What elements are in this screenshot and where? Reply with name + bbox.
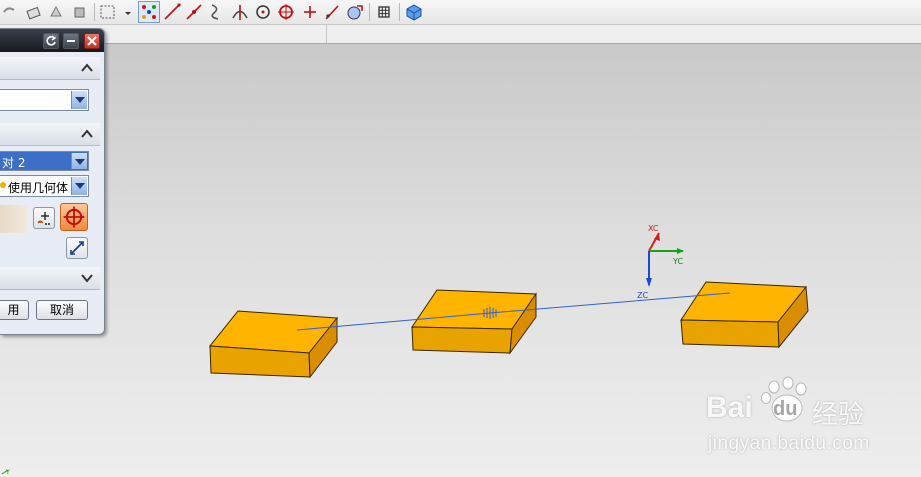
toolbar-separator bbox=[326, 25, 327, 43]
expand-down-icon[interactable] bbox=[80, 271, 94, 285]
watermark-url: jingyan.baidu.com bbox=[708, 433, 870, 454]
watermark-brand: Bai bbox=[706, 391, 753, 424]
method-combo[interactable]: 使用几何体 bbox=[0, 175, 89, 197]
dialog-panel: 对 2 使用几何体 用 取消 bbox=[0, 28, 105, 335]
curve-icon[interactable] bbox=[206, 2, 226, 22]
corner-triad-label: Y bbox=[5, 469, 10, 476]
watermark-brand-du: du bbox=[773, 398, 798, 420]
chevron-down-icon[interactable] bbox=[71, 153, 87, 169]
grid-icon[interactable] bbox=[374, 2, 394, 22]
circle-center-icon[interactable] bbox=[253, 2, 273, 22]
apply-button[interactable]: 用 bbox=[0, 300, 29, 320]
reverse-direction-icon bbox=[70, 241, 84, 255]
intersect-icon[interactable] bbox=[230, 2, 250, 22]
crosshair-icon bbox=[63, 206, 85, 228]
dropdown-icon[interactable] bbox=[118, 2, 131, 22]
cube-icon[interactable] bbox=[404, 2, 424, 22]
close-icon[interactable] bbox=[84, 33, 100, 49]
main-toolbar bbox=[0, 0, 921, 25]
collapse-up-icon[interactable] bbox=[80, 61, 94, 75]
toolbar-separator bbox=[369, 3, 370, 21]
tweak-icon[interactable] bbox=[70, 2, 90, 22]
move-icon[interactable] bbox=[46, 2, 66, 22]
tangent-icon[interactable] bbox=[322, 2, 342, 22]
geometry-dot-icon bbox=[0, 182, 6, 188]
corner-triad-icon: Y bbox=[1, 469, 10, 476]
view-icon[interactable] bbox=[345, 2, 365, 22]
block-2[interactable] bbox=[411, 289, 537, 355]
cross-icon[interactable] bbox=[300, 2, 320, 22]
toolbar-separator bbox=[94, 3, 95, 21]
secondary-toolbar bbox=[0, 25, 921, 44]
cancel-button[interactable]: 取消 bbox=[36, 300, 88, 320]
chevron-down-icon[interactable] bbox=[71, 177, 87, 195]
method-combo-value: 使用几何体 bbox=[8, 181, 69, 195]
reset-icon[interactable] bbox=[43, 33, 59, 49]
snap-points-icon[interactable] bbox=[139, 2, 159, 22]
add-point-button[interactable] bbox=[33, 207, 55, 229]
watermark-product: 经验 bbox=[812, 400, 865, 430]
chevron-down-icon[interactable] bbox=[71, 91, 87, 109]
point-line-icon[interactable] bbox=[184, 2, 204, 22]
add-point-icon bbox=[37, 212, 50, 225]
block-1[interactable] bbox=[209, 310, 338, 379]
graphics-viewport[interactable]: XC YC ZC Y Bai du 经验 jingyan.baidu.com bbox=[0, 44, 921, 477]
object-combo-value: 对 2 bbox=[2, 156, 26, 170]
object-combo[interactable]: 对 2 bbox=[0, 151, 89, 171]
group-header-3[interactable] bbox=[0, 267, 100, 290]
selection-preview bbox=[0, 205, 28, 233]
csys-x-label: XC bbox=[648, 224, 659, 233]
csys-triad[interactable]: XC YC ZC bbox=[637, 224, 684, 300]
circle-icon[interactable] bbox=[276, 2, 296, 22]
eraser-icon[interactable] bbox=[24, 2, 44, 22]
undo-icon[interactable] bbox=[0, 2, 20, 22]
csys-z-label: ZC bbox=[637, 291, 648, 300]
toolbar-separator bbox=[399, 3, 400, 21]
select-box-icon[interactable] bbox=[98, 2, 118, 22]
group-header-2[interactable] bbox=[0, 123, 100, 146]
block-3[interactable] bbox=[680, 281, 809, 349]
group-header-1[interactable] bbox=[0, 57, 100, 80]
minimize-icon[interactable] bbox=[63, 33, 79, 49]
collapse-up-icon[interactable] bbox=[80, 127, 94, 141]
point-constructor-button[interactable] bbox=[60, 203, 88, 231]
line-icon[interactable] bbox=[162, 2, 182, 22]
csys-y-label: YC bbox=[672, 257, 683, 266]
reverse-direction-button[interactable] bbox=[66, 237, 88, 259]
dialog-title-bar[interactable] bbox=[0, 29, 104, 52]
type-combo[interactable] bbox=[0, 89, 89, 111]
